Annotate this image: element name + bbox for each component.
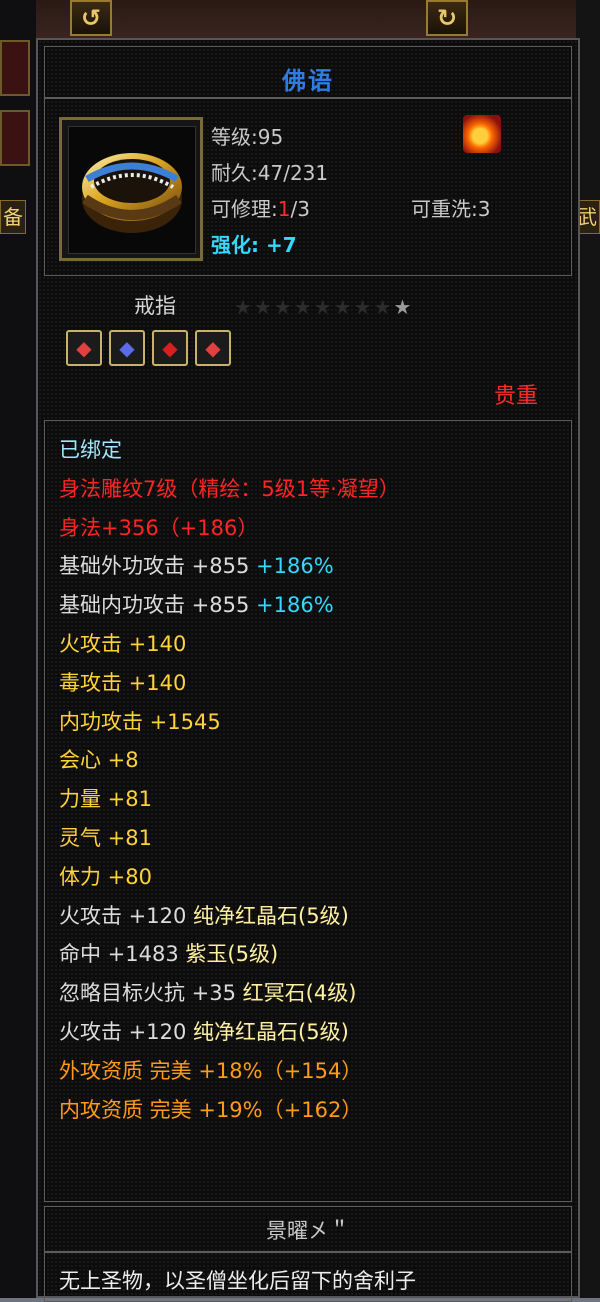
attribute-text: 命中 +1483 [59,942,186,967]
attribute-line: 会心 +8 [59,741,567,780]
attribute-text: 基础外功攻击 +855 [59,554,257,579]
attribute-line: 身法雕纹7级（精绘：5级1等·凝望） [59,470,567,509]
star-icon: ★ [234,295,254,319]
star-rating: ★★★★★★★★★ [234,295,413,319]
attribute-text: 体力 +80 [59,864,152,889]
attribute-text: 纯净红晶石(5级) [193,1019,349,1044]
equipment-slot[interactable] [0,110,30,166]
attribute-text: 火攻击 +120 [59,903,194,928]
level-value: 95 [257,125,284,149]
attribute-line: 火攻击 +120 纯净红晶石(5级) [59,1013,567,1052]
star-icon: ★ [373,295,394,319]
attribute-text: 会心 +8 [59,748,139,773]
socket-gems: ◆ ◆ ◆ ◆ [66,330,231,366]
item-name: 佛语 [282,67,334,95]
attribute-line: 毒攻击 +140 [59,664,567,703]
item-title-bar: 佛语 [44,46,572,98]
fire-element-icon [463,115,501,153]
repair-total: /3 [290,197,310,221]
attribute-line: 火攻击 +120 纯净红晶石(5级) [59,897,567,936]
attribute-line: 力量 +81 [59,780,567,819]
green-red-gem-icon[interactable]: ◆ [195,330,231,366]
attribute-line: 体力 +80 [59,858,567,897]
attribute-text: 内攻资质 完美 +19%（+162） [59,1097,363,1122]
equip-tab-label[interactable]: 备 [0,200,26,234]
star-icon: ★ [353,295,374,319]
star-icon: ★ [393,295,414,319]
attribute-text: 已绑定 [59,438,122,462]
equipment-slot-strip [0,0,36,1298]
ring-icon [82,153,182,233]
item-type-label: 戒指 [134,294,176,318]
durability-label: 耐久: [211,161,258,185]
attribute-text: 身法雕纹7级（精绘：5级1等·凝望） [59,476,400,501]
red-gem-icon[interactable]: ◆ [152,330,188,366]
attribute-text: +186% [256,593,334,618]
star-icon: ★ [253,295,274,319]
attribute-line: 基础外功攻击 +855 +186% [59,547,567,586]
redo-arrow-icon[interactable]: ↻ [426,0,468,36]
attribute-text: 外攻资质 完美 +18%（+154） [59,1058,363,1083]
quality-label: 贵重 [493,384,538,409]
description-section: 无上圣物，以圣僧坐化后留下的舍利子 [44,1252,572,1302]
blue-gem-icon[interactable]: ◆ [109,330,145,366]
attribute-text: 紫玉(5级) [185,942,279,967]
attribute-line: 火攻击 +140 [59,625,567,664]
item-description: 无上圣物，以圣僧坐化后留下的舍利子 [59,1269,416,1293]
item-tooltip-panel: 佛语 等级:95 耐久:47/231 可修理:1/3 可重洗:3 强化: +7 … [36,38,580,1302]
repair-label: 可修理: [211,197,278,221]
attribute-line: 外攻资质 完美 +18%（+154） [59,1052,567,1091]
undo-arrow-icon[interactable]: ↺ [70,0,112,36]
reroll-label: 可重洗: [411,197,478,221]
green-red-gem-icon[interactable]: ◆ [66,330,102,366]
crafter-bar: 景曜㐅＂ [44,1206,572,1252]
attribute-line: 内攻资质 完美 +19%（+162） [59,1091,567,1130]
attribute-text: 身法+356（+186） [59,515,259,540]
level-label: 等级: [211,125,258,149]
star-icon: ★ [273,295,294,319]
attribute-text: 基础内功攻击 +855 [59,593,257,618]
attribute-text: 火攻击 +140 [59,631,187,656]
attribute-text: 内功攻击 +1545 [59,709,221,734]
attribute-line: 忽略目标火抗 +35 红冥石(4级) [59,974,567,1013]
star-icon: ★ [333,295,354,319]
crafter-name: 景曜㐅＂ [266,1219,350,1243]
equipment-slot[interactable] [0,40,30,96]
attribute-line: 命中 +1483 紫玉(5级) [59,935,567,974]
attribute-line: 身法+356（+186） [59,509,567,548]
reroll-value: 3 [477,197,491,221]
item-info-section: 等级:95 耐久:47/231 可修理:1/3 可重洗:3 强化: +7 [44,98,572,276]
attribute-text: 力量 +81 [59,787,152,812]
attribute-text: 红冥石(4级) [242,981,357,1006]
attribute-text: 火攻击 +120 [59,1019,194,1044]
attribute-section: 已绑定身法雕纹7级（精绘：5级1等·凝望） 身法+356（+186） 基础外功攻击 … [44,420,572,1202]
enhance-label: 强化: [211,233,266,257]
attribute-text: +186% [256,554,334,579]
attribute-text: 纯净红晶石(5级) [193,903,349,928]
attribute-text: 毒攻击 +140 [59,670,187,695]
enhance-value: +7 [265,233,297,257]
attribute-line: 基础内功攻击 +855 +186% [59,586,567,625]
attribute-list: 已绑定身法雕纹7级（精绘：5级1等·凝望） 身法+356（+186） 基础外功攻击 … [59,431,567,1129]
attribute-line: 已绑定 [59,431,567,470]
attribute-line: 灵气 +81 [59,819,567,858]
durability-value: 47/231 [257,161,329,185]
attribute-text: 灵气 +81 [59,825,152,850]
attribute-line: 内功攻击 +1545 [59,703,567,742]
star-icon: ★ [313,295,334,319]
item-icon-frame[interactable] [59,117,203,261]
attribute-text: 忽略目标火抗 +35 [59,981,243,1006]
star-icon: ★ [293,295,314,319]
repair-current: 1 [277,197,291,221]
